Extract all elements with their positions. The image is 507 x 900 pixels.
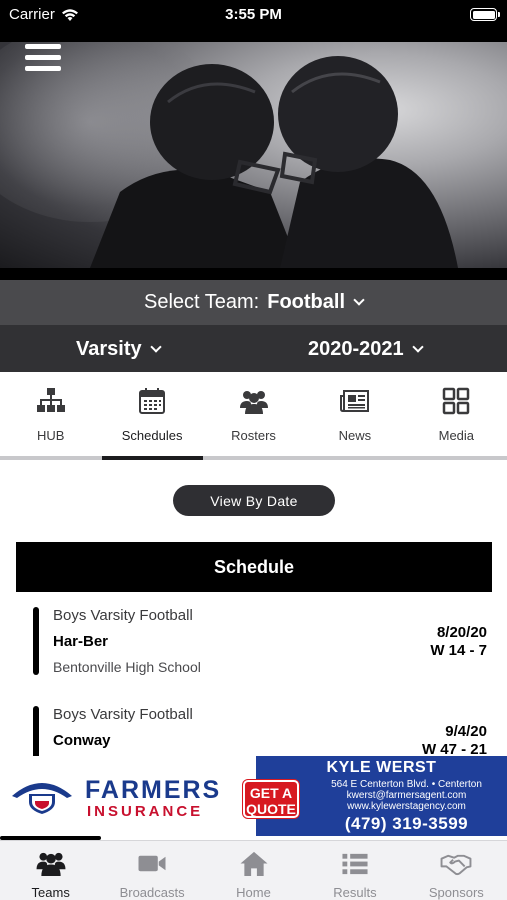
status-bar: Carrier 3:55 PM	[0, 0, 507, 30]
game-opponent: Har-Ber	[53, 633, 109, 650]
nav-home[interactable]: Home	[203, 841, 304, 900]
calendar-icon	[139, 388, 166, 414]
quote-line-2: QUOTE	[246, 801, 296, 817]
tab-track	[0, 456, 507, 460]
quote-line-1: GET A	[249, 785, 293, 801]
nav-label: Home	[236, 885, 271, 900]
ad-email: kwerst@farmersagent.com	[346, 790, 467, 801]
tab-label: Schedules	[121, 428, 183, 443]
menu-icon[interactable]	[25, 44, 61, 74]
video-camera-icon	[138, 855, 166, 872]
tab-news[interactable]: News	[304, 372, 405, 456]
sponsor-banner[interactable]: FARMERS INSURANCE KYLE WERST 564 E Cente…	[0, 756, 507, 836]
schedule-item-accent	[33, 706, 39, 756]
tab-label: Media	[438, 428, 475, 443]
tab-active-indicator	[102, 456, 203, 460]
ad-phone: (479) 319-3599	[344, 814, 469, 833]
ad-brand-panel: FARMERS INSURANCE	[0, 756, 256, 836]
team-selector[interactable]: Select Team: Football	[0, 280, 507, 325]
ad-brand-sub: INSURANCE	[87, 803, 204, 820]
home-icon	[240, 851, 268, 877]
nav-label: Results	[333, 885, 377, 900]
game-date: 9/4/20	[445, 723, 487, 740]
bottom-nav: Teams Broadcasts Home Results Sponsors	[0, 840, 507, 900]
tab-label: News	[338, 428, 372, 443]
teams-icon	[36, 852, 66, 877]
game-opponent: Conway	[53, 732, 111, 749]
game-sport: Boys Varsity Football	[53, 706, 193, 723]
nav-label: Sponsors	[428, 885, 484, 900]
chevron-down-icon	[149, 341, 162, 353]
level-season-bar: Varsity 2020-2021	[0, 325, 507, 372]
nav-broadcasts[interactable]: Broadcasts	[101, 841, 202, 900]
clock: 3:55 PM	[225, 6, 282, 23]
schedule-item-accent	[33, 607, 39, 675]
level-selector-value: Varsity	[76, 338, 142, 360]
nav-results[interactable]: Results	[304, 841, 405, 900]
season-selector[interactable]: 2020-2021	[308, 338, 424, 361]
team-selector-label: Select Team:	[143, 291, 260, 313]
ad-brand: FARMERS	[85, 776, 222, 804]
shield-logo-icon	[12, 783, 72, 814]
game-sport: Boys Varsity Football	[53, 607, 193, 624]
people-icon	[239, 391, 268, 414]
tab-label: HUB	[36, 428, 65, 443]
ad-website: www.kylewerstagency.com	[347, 801, 466, 812]
chevron-down-icon	[411, 341, 424, 353]
schedule-item[interactable]: Boys Varsity Football Conway 9/4/20 W 47…	[0, 691, 507, 756]
schedule-item[interactable]: Boys Varsity Football Har-Ber Bentonvill…	[0, 592, 507, 682]
game-result: W 47 - 21	[421, 741, 487, 756]
game-result: W 14 - 7	[430, 642, 487, 659]
grid-icon	[443, 387, 470, 415]
tab-label: Rosters	[231, 428, 276, 443]
schedule-list: Boys Varsity Football Har-Ber Bentonvill…	[0, 592, 507, 756]
newspaper-icon	[339, 390, 369, 412]
battery-icon	[470, 8, 500, 21]
get-a-quote-badge: GET A QUOTE	[243, 780, 299, 818]
team-selector-value: Football	[267, 291, 345, 313]
nav-label: Teams	[31, 885, 70, 900]
tab-rosters[interactable]: Rosters	[203, 372, 304, 456]
hierarchy-icon	[36, 388, 65, 412]
ad-address: 564 E Centerton Blvd. • Centerton	[331, 779, 482, 790]
game-date: 8/20/20	[436, 624, 487, 641]
season-selector-value: 2020-2021	[308, 338, 404, 360]
nav-teams[interactable]: Teams	[0, 841, 101, 900]
section-tabs: HUB Schedules Rosters News Media	[0, 372, 507, 456]
ad-agent-name: KYLE WERST	[326, 759, 437, 776]
nav-label: Broadcasts	[119, 885, 185, 900]
chevron-down-icon	[353, 294, 365, 306]
tab-schedules[interactable]: Schedules	[101, 372, 202, 456]
hero-image	[0, 42, 507, 268]
tab-hub[interactable]: HUB	[0, 372, 101, 456]
handshake-icon	[440, 854, 472, 876]
nav-sponsors[interactable]: Sponsors	[406, 841, 507, 900]
level-selector[interactable]: Varsity	[76, 338, 162, 361]
list-icon	[342, 853, 368, 875]
schedule-header: Schedule	[16, 542, 492, 592]
view-by-date-button[interactable]: View By Date	[173, 485, 335, 516]
hero-banner	[0, 30, 507, 280]
tab-media[interactable]: Media	[406, 372, 507, 456]
game-location: Bentonville High School	[53, 659, 201, 675]
